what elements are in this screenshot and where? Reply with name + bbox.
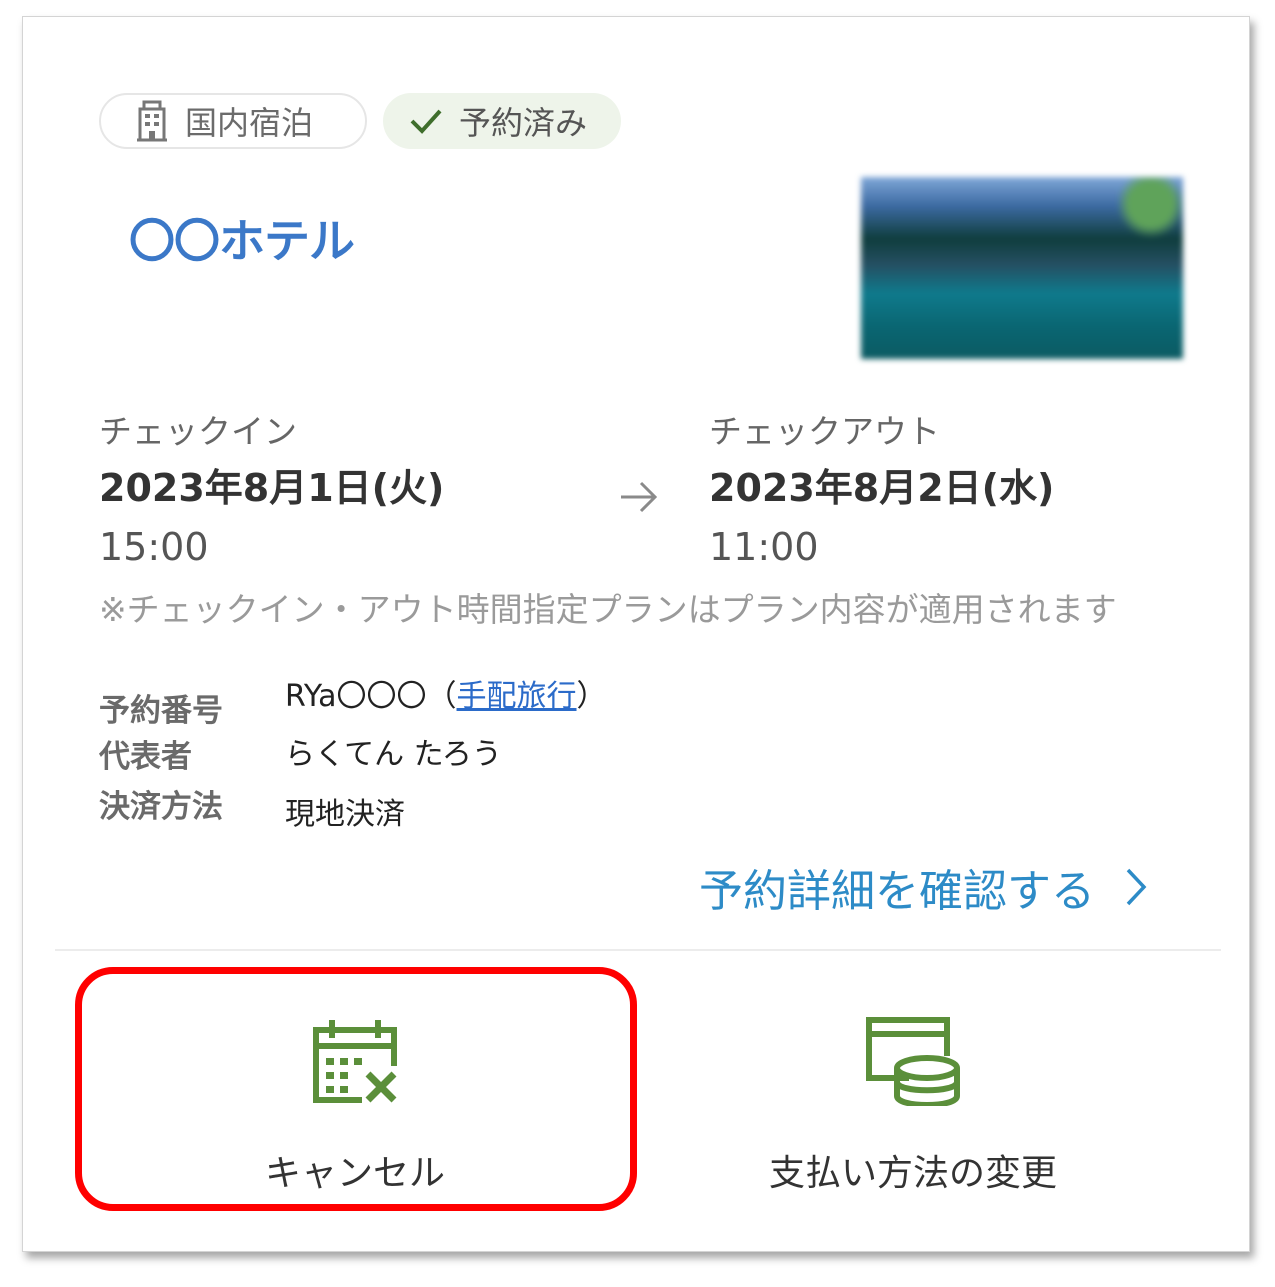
reservation-number-value: RYa〇〇〇（手配旅行） [285,671,607,715]
status-label: 予約済み [459,104,588,142]
payment-coins-icon [866,1017,960,1106]
reservation-number: RYa〇〇〇 [285,679,427,714]
checkin-time: 15:00 [99,525,209,569]
checkout-date: 2023年8月2日(水) [709,466,1055,510]
divider [55,949,1221,951]
cancel-button[interactable]: キャンセル [85,972,625,1202]
checkout-time: 11:00 [709,525,819,569]
arrow-right-icon [621,481,658,513]
payment-method-label: 決済方法 [99,789,223,825]
representative-value: らくてん たろう [285,737,502,772]
paren-close: ） [576,679,607,714]
cancel-label: キャンセル [264,1153,445,1194]
checkin-note: ※チェックイン・アウト時間指定プランはプラン内容が適用されます [99,590,1117,629]
checkin-label: チェックイン [99,412,297,451]
representative-label: 代表者 [99,739,192,775]
status-badge: 予約済み [383,93,621,149]
view-reservation-details-link[interactable]: 予約詳細を確認する [699,855,1147,919]
chevron-right-icon [1126,868,1147,906]
payment-method-value: 現地決済 [285,797,405,832]
reservation-number-label: 予約番号 [99,693,223,729]
hotel-building-icon [137,100,167,142]
hotel-photo[interactable] [861,177,1183,359]
checkout-label: チェックアウト [709,412,940,451]
reservation-card: 国内宿泊 予約済み 〇〇ホテル チェックイン 2023年8月1日(火) 15:0… [22,16,1250,1252]
hotel-name[interactable]: 〇〇ホテル [129,205,355,271]
checkin-date: 2023年8月1日(火) [99,466,445,510]
change-payment-method-button[interactable]: 支払い方法の変更 [643,972,1183,1202]
domestic-stay-tag: 国内宿泊 [99,93,367,149]
view-details-label: 予約詳細を確認する [699,866,1095,917]
arranged-travel-link[interactable]: 手配旅行 [457,679,577,714]
calendar-cancel-icon [313,1020,397,1103]
change-payment-label: 支払い方法の変更 [768,1153,1057,1194]
paren-open: （ [426,679,457,714]
check-icon [410,109,442,134]
domestic-stay-label: 国内宿泊 [185,104,314,142]
